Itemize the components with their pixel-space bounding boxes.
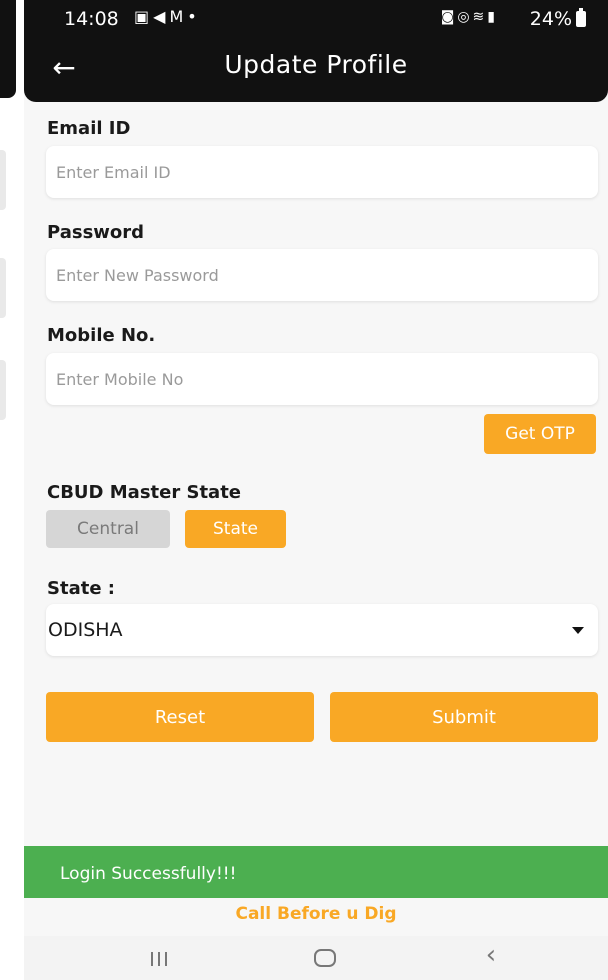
- central-toggle-button[interactable]: Central: [46, 510, 170, 548]
- background-app-card: [0, 150, 6, 210]
- reset-button[interactable]: Reset: [46, 692, 314, 742]
- app-header: 14:08 ▣◀M• ◙◎≋▮ 24% ← Update Profile: [24, 0, 608, 102]
- battery-percent: 24%: [529, 8, 572, 30]
- email-input[interactable]: [46, 146, 598, 198]
- recents-icon[interactable]: [142, 948, 176, 970]
- signal-icon: ▮: [487, 9, 498, 25]
- home-icon[interactable]: [314, 949, 336, 967]
- success-toast: Login Successfully!!!: [24, 846, 608, 898]
- battery-icon: [576, 8, 586, 27]
- background-app-card: [0, 360, 6, 420]
- send-icon: ◀: [153, 7, 170, 26]
- background-app-header: [0, 0, 16, 98]
- password-input[interactable]: [46, 249, 598, 301]
- mobile-input[interactable]: [46, 353, 598, 405]
- background-app-strip: [0, 0, 24, 980]
- gallery-icon: ▣: [134, 7, 154, 26]
- password-label: Password: [47, 222, 145, 243]
- footer-text: Call Before u Dig: [235, 904, 397, 924]
- master-state-label: CBUD Master State: [47, 482, 242, 503]
- state-select-value: ODISHA: [48, 619, 123, 641]
- status-time: 14:08: [64, 8, 119, 30]
- alarm-icon: ◙: [440, 9, 458, 25]
- get-otp-button[interactable]: Get OTP: [484, 414, 596, 454]
- back-chevron-icon[interactable]: ‹: [476, 940, 506, 974]
- submit-button[interactable]: Submit: [330, 692, 598, 742]
- mobile-label: Mobile No.: [47, 325, 156, 346]
- system-icons: ◙◎≋▮: [441, 9, 498, 25]
- system-nav-bar: ‹: [24, 936, 608, 980]
- mute-icon: ◎: [457, 9, 473, 25]
- email-label: Email ID: [47, 118, 131, 139]
- state-toggle-button[interactable]: State: [185, 510, 286, 548]
- dot-icon: •: [187, 7, 201, 26]
- wifi-icon: ≋: [472, 9, 488, 25]
- gmail-icon: M: [169, 7, 188, 26]
- battery-indicator: 24%: [530, 8, 586, 30]
- notification-icons: ▣◀M•: [134, 7, 201, 26]
- state-label: State :: [47, 578, 115, 599]
- caret-down-icon: [572, 627, 584, 634]
- page-title: Update Profile: [224, 50, 408, 79]
- phone-screen: 14:08 ▣◀M• ◙◎≋▮ 24% ← Update Profile Ema…: [24, 0, 608, 980]
- background-app-card: [0, 258, 6, 318]
- state-select[interactable]: ODISHA: [46, 604, 598, 656]
- status-bar: 14:08 ▣◀M• ◙◎≋▮ 24%: [24, 0, 608, 40]
